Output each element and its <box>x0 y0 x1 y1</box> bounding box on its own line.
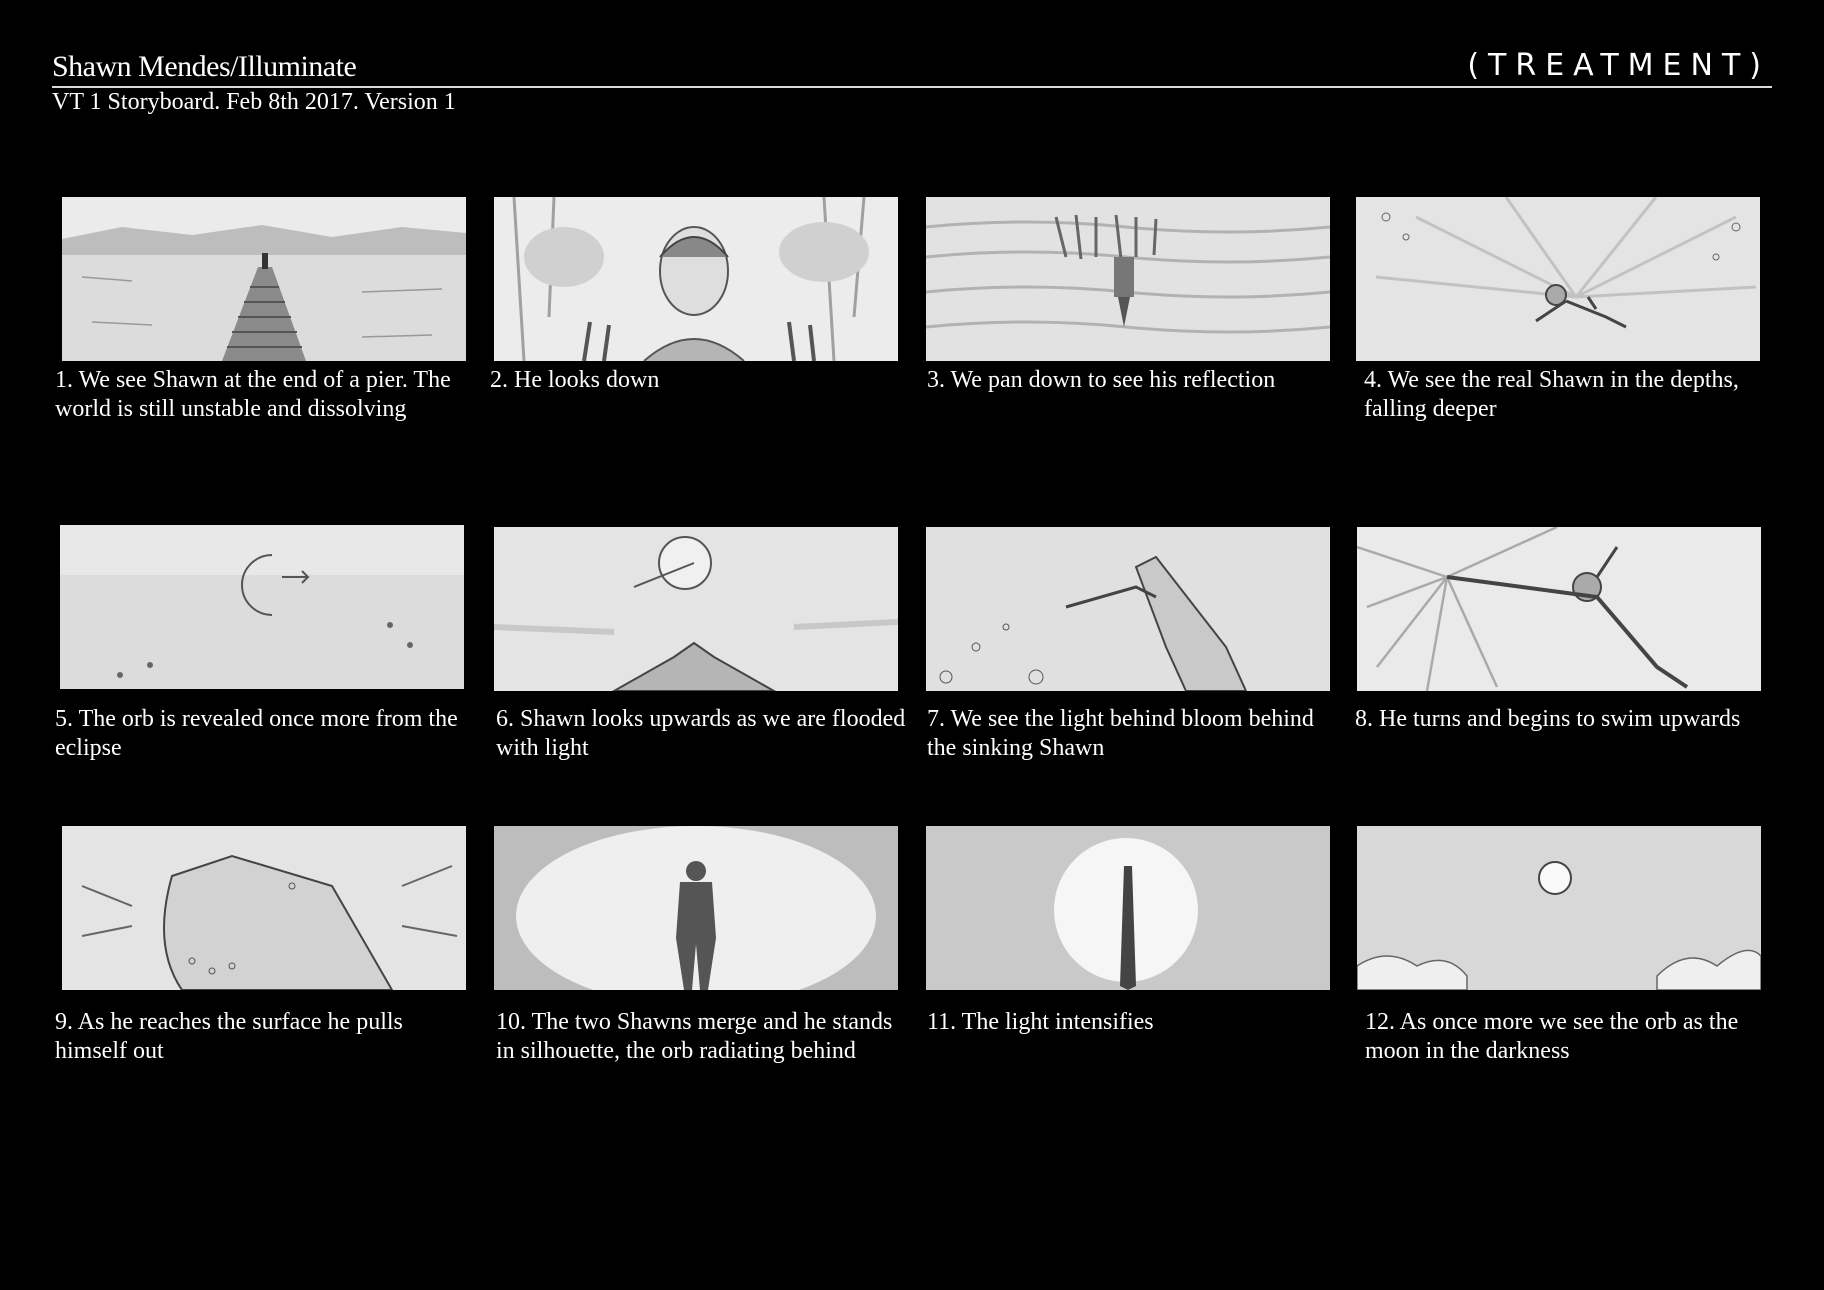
storyboard-frame-8-sketch <box>1357 527 1761 691</box>
frame-3-caption: 3. We pan down to see his reflection <box>927 367 1276 393</box>
storyboard-frame-12-sketch <box>1357 826 1761 990</box>
storyboard-frame-10-sketch <box>494 826 898 990</box>
storyboard-frame-5-sketch <box>60 525 464 689</box>
storyboard-frame-11-sketch <box>926 826 1330 990</box>
storyboard-grid: 1. We see Shawn at the end of a pier. Th… <box>0 0 1824 1290</box>
storyboard-frame-2-sketch <box>494 197 898 361</box>
frame-5-caption: 5. The orb is revealed once more from th… <box>55 706 458 761</box>
frame-9-caption: 9. As he reaches the surface he pulls hi… <box>55 1009 403 1064</box>
frame-7-caption: 7. We see the light behind bloom behind … <box>927 706 1314 761</box>
frame-8-caption: 8. He turns and begins to swim upwards <box>1355 706 1741 732</box>
storyboard-frame-1-sketch <box>62 197 466 361</box>
frame-6-caption: 6. Shawn looks upwards as we are flooded… <box>496 706 906 761</box>
frame-2-caption: 2. He looks down <box>490 367 660 393</box>
frame-11-caption: 11. The light intensifies <box>927 1009 1154 1035</box>
frame-1-caption: 1. We see Shawn at the end of a pier. Th… <box>55 367 451 422</box>
storyboard-frame-7-sketch <box>926 527 1330 691</box>
storyboard-frame-3-sketch <box>926 197 1330 361</box>
storyboard-frame-6-sketch <box>494 527 898 691</box>
storyboard-frame-9-sketch <box>62 826 466 990</box>
frame-4-caption: 4. We see the real Shawn in the depths, … <box>1364 367 1739 422</box>
storyboard-frame-4-sketch <box>1356 197 1760 361</box>
frame-12-caption: 12. As once more we see the orb as the m… <box>1365 1009 1739 1064</box>
frame-10-caption: 10. The two Shawns merge and he stands i… <box>496 1009 893 1064</box>
